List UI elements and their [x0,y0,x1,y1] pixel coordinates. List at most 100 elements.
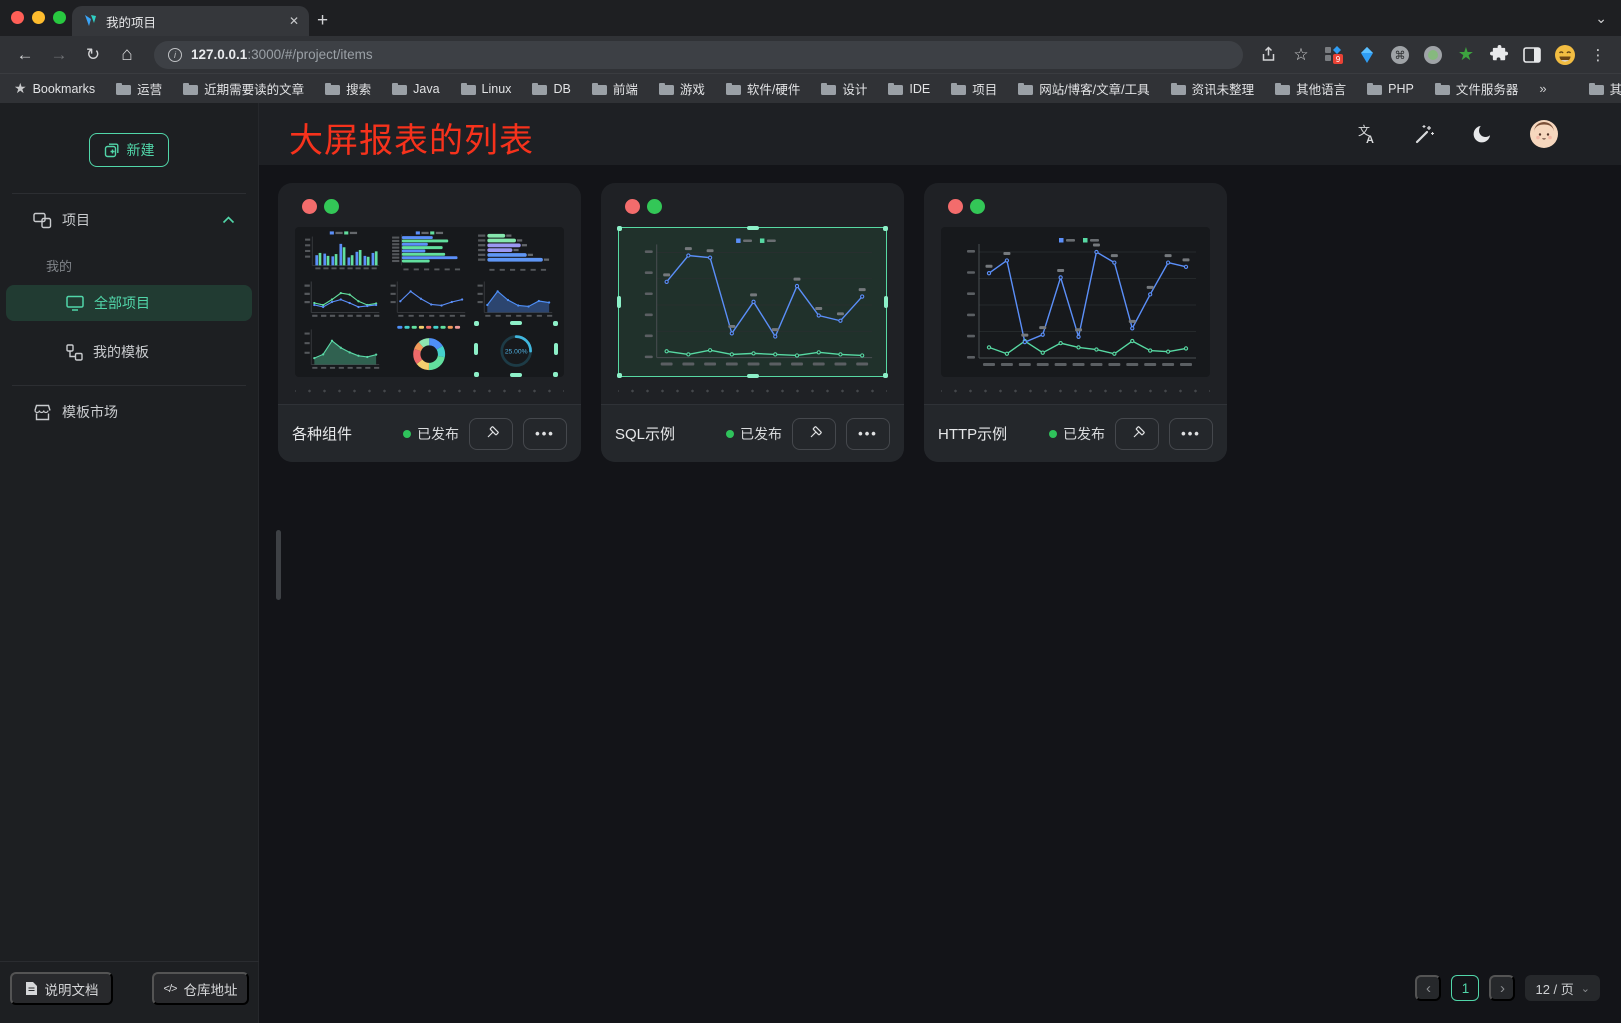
reload-button[interactable]: ↻ [78,45,108,65]
docs-button[interactable]: 说明文档 [10,972,113,1005]
traffic-lights [11,11,66,24]
selection-handle[interactable] [617,373,622,378]
bookmark-folder[interactable]: 设计 [821,79,867,98]
selection-handle[interactable] [474,321,479,326]
edit-hammer-button[interactable] [792,418,836,450]
edit-hammer-button[interactable] [1115,418,1159,450]
extension-record-icon[interactable] [1420,42,1446,68]
zoom-window-button[interactable] [53,11,66,24]
bookmark-folder[interactable]: 游戏 [659,79,705,98]
sidebar-item-my-templates[interactable]: 我的模板 [0,335,259,369]
project-thumbnail[interactable]: 25.00% [295,227,564,377]
chevron-up-icon[interactable] [222,216,235,224]
selection-handle[interactable] [553,321,558,326]
extension-star-icon[interactable]: ★ [1453,42,1479,68]
bookmark-folder[interactable]: Java [392,82,439,96]
new-project-button[interactable]: 新建 [89,133,169,167]
dark-mode-moon-icon[interactable] [1471,123,1493,145]
bookmarks-overflow-chevron[interactable]: » [1539,81,1546,96]
side-panel-icon[interactable] [1519,42,1545,68]
new-tab-button[interactable]: + [317,8,328,34]
browser-tab[interactable]: 我的项目 ✕ [72,6,309,36]
user-avatar[interactable] [1529,119,1559,149]
bookmark-folder[interactable]: IDE [888,82,930,96]
bookmark-folder[interactable]: PHP [1367,82,1414,96]
bookmark-star-button[interactable]: ☆ [1288,42,1314,68]
extension-gem-icon[interactable] [1354,42,1380,68]
extensions-puzzle-icon[interactable] [1486,42,1512,68]
next-page-button[interactable]: › [1489,975,1515,1001]
language-icon[interactable]: 文 A [1355,123,1377,145]
project-thumbnail[interactable] [618,227,887,377]
folder-icon [951,83,966,95]
current-page-button[interactable]: 1 [1451,975,1479,1001]
folder-icon [592,83,607,95]
bookmark-folder[interactable]: 运营 [116,79,162,98]
tab-search-chevron-icon[interactable]: ⌄ [1595,10,1607,27]
selection-handle[interactable] [554,343,558,355]
bookmark-folder[interactable]: 前端 [592,79,638,98]
project-card[interactable]: 25.00%各种组件已发布••• [278,183,581,462]
edit-hammer-button[interactable] [469,418,513,450]
bookmark-folder[interactable]: 搜索 [325,79,371,98]
selection-handle[interactable] [747,226,759,230]
selection-handle[interactable] [553,372,558,377]
bookmark-folder[interactable]: 网站/博客/文章/工具 [1018,79,1149,98]
close-window-button[interactable] [11,11,24,24]
share-button[interactable] [1255,42,1281,68]
sidebar-item-template-market[interactable]: 模板市场 [0,395,259,429]
sidebar-item-all-projects[interactable]: 全部项目 [6,285,252,321]
folder-icon [392,83,407,95]
profile-avatar-icon[interactable] [1552,42,1578,68]
selection-handle[interactable] [617,226,622,231]
home-button[interactable]: ⌂ [112,44,142,66]
more-options-button[interactable]: ••• [1169,418,1213,450]
card-footer: HTTP示例已发布••• [924,404,1227,462]
prev-page-button[interactable]: ‹ [1415,975,1441,1001]
selection-handle[interactable] [883,373,888,378]
bookmarks-manager[interactable]: ★ Bookmarks [14,80,95,97]
address-bar[interactable]: i 127.0.0.1:3000/#/project/items [154,41,1243,69]
extension-command-icon[interactable]: ⌘ [1387,42,1413,68]
project-thumbnail[interactable] [941,227,1210,377]
folder-icon [1367,83,1382,95]
selection-handle[interactable] [510,321,522,325]
extension-grid-icon[interactable]: 9 [1321,42,1347,68]
sidebar-divider [12,193,246,194]
selection-handle[interactable] [474,343,478,355]
bookmark-folder[interactable]: Linux [461,82,512,96]
browser-menu-icon[interactable]: ⋮ [1585,42,1611,68]
selection-handle[interactable] [883,226,888,231]
bookmark-folder[interactable]: 项目 [951,79,997,98]
more-options-button[interactable]: ••• [523,418,567,450]
mini-chart [389,323,469,375]
sidebar-section-project[interactable]: 项目 [0,203,259,237]
more-options-button[interactable]: ••• [846,418,890,450]
project-card[interactable]: HTTP示例已发布••• [924,183,1227,462]
bookmarks-bar: ★ Bookmarks 运营 近期需要读的文章 搜索 Java Linux DB 前端 游戏 软… [0,73,1621,103]
tab-close-icon[interactable]: ✕ [289,14,299,28]
site-info-icon[interactable]: i [168,48,182,62]
folder-icon [532,83,547,95]
bookmark-folder[interactable]: 文件服务器 [1435,79,1519,98]
bookmark-folder[interactable]: 近期需要读的文章 [183,79,304,98]
bookmark-folder[interactable]: 其他语言 [1275,79,1346,98]
bookmark-folder[interactable]: 软件/硬件 [726,79,800,98]
other-bookmarks-folder[interactable]: 其他书签 [1589,79,1621,98]
back-button[interactable]: ← [10,45,40,65]
bookmark-folder[interactable]: 资讯未整理 [1171,79,1255,98]
url-text[interactable]: 127.0.0.1:3000/#/project/items [191,47,373,62]
minimize-window-button[interactable] [32,11,45,24]
repo-button[interactable]: </> 仓库地址 [152,972,249,1005]
page-size-select[interactable]: 12 / 页 ⌄ [1525,975,1600,1001]
project-card[interactable]: SQL示例已发布••• [601,183,904,462]
selection-handle[interactable] [510,373,522,377]
bookmark-folder[interactable]: DB [532,82,570,96]
selection-handle[interactable] [747,374,759,378]
selection-handle[interactable] [884,296,888,308]
selection-handle[interactable] [617,296,621,308]
forward-button[interactable]: → [44,45,74,65]
selection-handle[interactable] [474,372,479,377]
magic-wand-icon[interactable] [1413,123,1435,145]
scrollbar-thumb[interactable] [276,530,281,600]
